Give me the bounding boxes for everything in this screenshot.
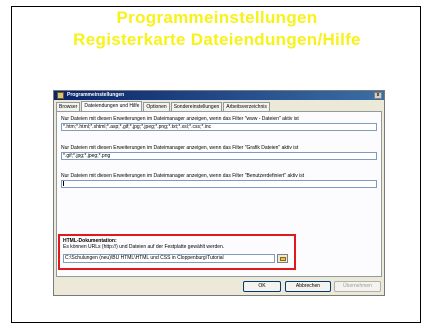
tab-optionen[interactable]: Optionen	[143, 102, 170, 111]
tab-arbeitsverzeichnis[interactable]: Arbeitsverzeichnis	[223, 102, 270, 111]
custom-filter-label: Nur Dateien mit diesen Erweiterungen im …	[61, 173, 305, 179]
html-doc-description: Es können URLs (http://) und Dateien auf…	[63, 244, 225, 250]
tab-dateiendungen-und-hilfe[interactable]: Dateiendungen und Hilfe	[81, 101, 143, 111]
browse-folder-button[interactable]	[277, 254, 288, 263]
text-caret	[63, 181, 64, 187]
settings-dialog: Programmeinstellungen x Browser Dateiend…	[53, 90, 385, 296]
tab-sondereinstellungen[interactable]: Sondereinstellungen	[170, 102, 223, 111]
html-doc-highlight: HTML-Dokumentation: Es können URLs (http…	[58, 234, 296, 270]
html-doc-path-input[interactable]: C:\Schulungen (neu)\BU HTML\HTML und CSS…	[63, 254, 275, 263]
custom-filter-input[interactable]	[61, 180, 377, 188]
tab-browser[interactable]: Browser	[56, 102, 81, 111]
app-settings-icon	[57, 92, 64, 99]
apply-button[interactable]: Übernehmen	[334, 281, 381, 292]
cancel-button[interactable]: Abbrechen	[285, 281, 331, 292]
tab-bar: Browser Dateiendungen und Hilfe Optionen…	[56, 101, 271, 111]
dialog-titlebar[interactable]: Programmeinstellungen x	[54, 91, 384, 100]
close-button[interactable]: x	[374, 92, 382, 99]
www-filter-input[interactable]: *.htm;*.html;*.shtml;*.asp;*.gif;*.jpg;*…	[61, 123, 377, 131]
slide-subtitle: Registerkarte Dateiendungen/Hilfe	[73, 30, 361, 49]
ok-button[interactable]: OK	[243, 281, 281, 292]
tab-panel: Nur Dateien mit diesen Erweiterungen im …	[56, 111, 382, 277]
dialog-title: Programmeinstellungen	[67, 92, 125, 98]
folder-icon	[280, 257, 286, 261]
grafik-filter-label: Nur Dateien mit diesen Erweiterungen im …	[61, 145, 299, 151]
slide-title: Programmeinstellungen	[116, 8, 318, 27]
www-filter-label: Nur Dateien mit diesen Erweiterungen im …	[61, 116, 299, 122]
grafik-filter-input[interactable]: *.gif;*.jpg;*.jpeg;*.png	[61, 152, 377, 160]
